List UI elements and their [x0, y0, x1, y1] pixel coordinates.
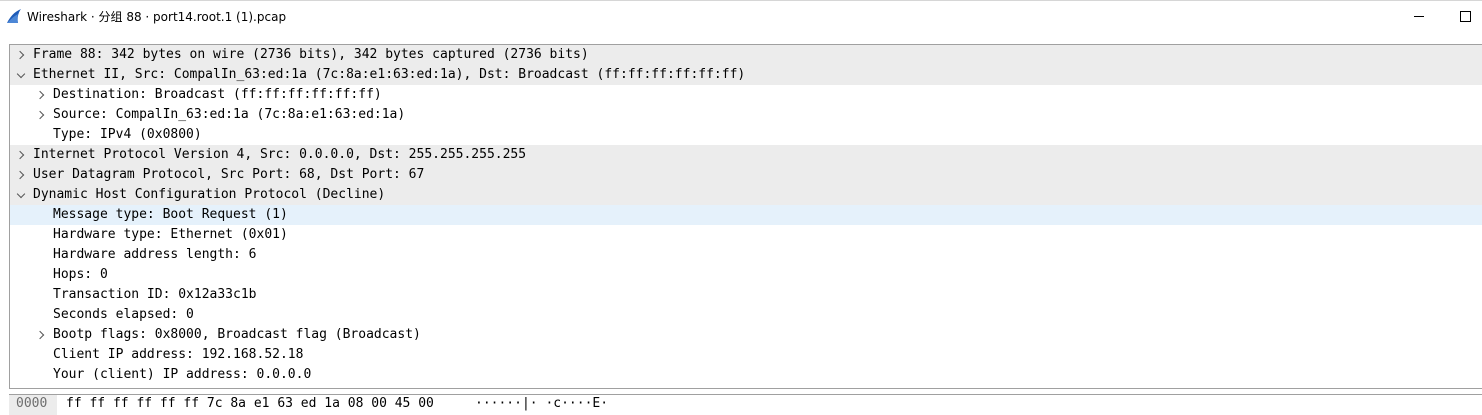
hex-ascii[interactable]: ······|· ·c····E· [475, 395, 608, 413]
tree-field-row[interactable]: Seconds elapsed: 0 [10, 305, 1482, 325]
tree-field-row[interactable]: Bootp flags: 0x8000, Broadcast flag (Bro… [10, 325, 1482, 345]
tree-row-label: Internet Protocol Version 4, Src: 0.0.0.… [33, 147, 527, 162]
hex-bytes[interactable]: ff ff ff ff ff ff 7c 8a e1 63 ed 1a 08 0… [66, 395, 434, 413]
maximize-button[interactable] [1442, 1, 1482, 32]
chevron-down-icon[interactable] [15, 185, 27, 205]
minimize-icon [1414, 16, 1424, 17]
tree-row-label: Destination: Broadcast (ff:ff:ff:ff:ff:f… [53, 87, 382, 102]
chevron-right-icon[interactable] [35, 85, 47, 105]
tree-row-label: Transaction ID: 0x12a33c1b [53, 287, 257, 302]
hex-offset: 0000 [9, 395, 57, 415]
chevron-down-icon[interactable] [15, 65, 27, 85]
tree-row-label: Seconds elapsed: 0 [53, 307, 194, 322]
tree-field-row[interactable]: Your (client) IP address: 0.0.0.0 [10, 365, 1482, 385]
chevron-right-icon[interactable] [35, 325, 47, 345]
tree-protocol-row[interactable]: Frame 88: 342 bytes on wire (2736 bits),… [10, 45, 1482, 65]
tree-row-label: Client IP address: 192.168.52.18 [53, 347, 304, 362]
chevron-right-icon[interactable] [15, 165, 27, 185]
tree-row-label: Hardware address length: 6 [53, 247, 257, 262]
chevron-right-icon[interactable] [15, 145, 27, 165]
tree-row-label: Hops: 0 [53, 267, 108, 282]
tree-row-label: Ethernet II, Src: CompalIn_63:ed:1a (7c:… [33, 67, 746, 82]
tree-protocol-row[interactable]: User Datagram Protocol, Src Port: 68, Ds… [10, 165, 1482, 185]
title-bar: Wireshark · 分组 88 · port14.root.1 (1).pc… [0, 0, 1482, 32]
chevron-right-icon[interactable] [15, 45, 27, 65]
packet-bytes-pane[interactable]: 0000 ff ff ff ff ff ff 7c 8a e1 63 ed 1a… [9, 394, 1482, 415]
tree-row-label: Source: CompalIn_63:ed:1a (7c:8a:e1:63:e… [53, 107, 406, 122]
tree-row-label: Bootp flags: 0x8000, Broadcast flag (Bro… [53, 327, 421, 342]
tree-field-row[interactable]: Transaction ID: 0x12a33c1b [10, 285, 1482, 305]
tree-row-label: Your (client) IP address: 0.0.0.0 [53, 367, 312, 382]
packet-details-tree[interactable]: Frame 88: 342 bytes on wire (2736 bits),… [9, 44, 1482, 389]
tree-field-row[interactable]: Hops: 0 [10, 265, 1482, 285]
minimize-button[interactable] [1396, 1, 1442, 32]
chevron-right-icon[interactable] [35, 105, 47, 125]
wireshark-fin-icon [7, 9, 21, 23]
tree-field-row[interactable]: Hardware type: Ethernet (0x01) [10, 225, 1482, 245]
window-title: Wireshark · 分组 88 · port14.root.1 (1).pc… [27, 10, 287, 24]
tree-field-row[interactable]: Hardware address length: 6 [10, 245, 1482, 265]
tree-protocol-row[interactable]: Dynamic Host Configuration Protocol (Dec… [10, 185, 1482, 205]
tree-row-label: Dynamic Host Configuration Protocol (Dec… [33, 187, 386, 202]
tree-row-label: Message type: Boot Request (1) [53, 207, 288, 222]
tree-field-row[interactable]: Source: CompalIn_63:ed:1a (7c:8a:e1:63:e… [10, 105, 1482, 125]
tree-row-label: Frame 88: 342 bytes on wire (2736 bits),… [33, 47, 589, 62]
tree-field-row[interactable]: Type: IPv4 (0x0800) [10, 125, 1482, 145]
tree-field-row[interactable]: Destination: Broadcast (ff:ff:ff:ff:ff:f… [10, 85, 1482, 105]
tree-field-row[interactable]: Client IP address: 192.168.52.18 [10, 345, 1482, 365]
tree-row-label: Type: IPv4 (0x0800) [53, 127, 202, 142]
maximize-icon [1459, 11, 1471, 22]
tree-protocol-row[interactable]: Internet Protocol Version 4, Src: 0.0.0.… [10, 145, 1482, 165]
tree-protocol-row[interactable]: Ethernet II, Src: CompalIn_63:ed:1a (7c:… [10, 65, 1482, 85]
tree-row-label: User Datagram Protocol, Src Port: 68, Ds… [33, 167, 425, 182]
tree-row-label: Hardware type: Ethernet (0x01) [53, 227, 288, 242]
tree-field-row[interactable]: Message type: Boot Request (1) [10, 205, 1482, 225]
